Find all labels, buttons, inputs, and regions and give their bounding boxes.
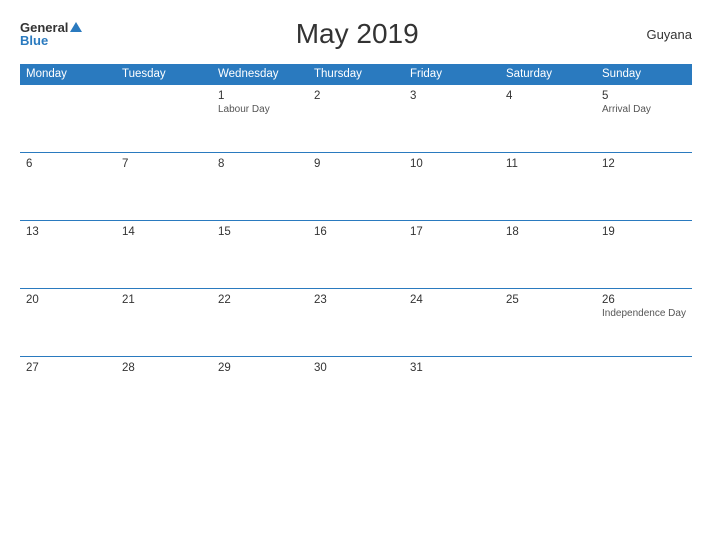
calendar-cell: 1 Labour Day [212,85,308,153]
calendar-cell: 5 Arrival Day [596,85,692,153]
header: General Blue May 2019 Guyana [20,18,692,50]
calendar-cell: 4 [500,85,596,153]
day-number: 12 [602,158,686,170]
calendar-cell: 28 [116,357,212,425]
day-number: 29 [218,362,302,374]
day-number: 2 [314,90,398,102]
calendar-cell [116,85,212,153]
calendar-cell: 2 [308,85,404,153]
calendar-cell: 9 [308,153,404,221]
weekday-header-row: MondayTuesdayWednesdayThursdayFridaySatu… [20,64,692,85]
weekday-header-tuesday: Tuesday [116,64,212,85]
calendar-cell: 26 Independence Day [596,289,692,357]
logo-triangle-icon [70,22,82,32]
calendar-cell: 10 [404,153,500,221]
holiday-label: Arrival Day [602,104,686,115]
calendar-week-2: 6789 10 11 12 [20,153,692,221]
day-number: 31 [410,362,494,374]
day-number: 20 [26,294,110,306]
day-number: 6 [26,158,110,170]
calendar-cell: 3 [404,85,500,153]
calendar-cell [500,357,596,425]
calendar-cell: 16 [308,221,404,289]
calendar-title: May 2019 [82,18,632,50]
calendar-cell: 17 [404,221,500,289]
calendar-cell: 24 [404,289,500,357]
day-number: 4 [506,90,590,102]
day-number: 30 [314,362,398,374]
calendar-cell: 6 [20,153,116,221]
calendar-cell: 29 [212,357,308,425]
day-number: 16 [314,226,398,238]
calendar-cell [596,357,692,425]
logo: General Blue [20,21,82,47]
calendar-cell: 7 [116,153,212,221]
calendar-cell [20,85,116,153]
day-number: 27 [26,362,110,374]
holiday-label: Labour Day [218,104,302,115]
day-number: 7 [122,158,206,170]
calendar-body: 1Labour Day2345Arrival Day67891011121314… [20,85,692,425]
calendar-cell: 20 [20,289,116,357]
day-number: 5 [602,90,686,102]
day-number: 17 [410,226,494,238]
weekday-header-thursday: Thursday [308,64,404,85]
calendar-header: MondayTuesdayWednesdayThursdayFridaySatu… [20,64,692,85]
calendar-week-4: 20 21 22 23 24 25 26 Independence Day [20,289,692,357]
holiday-label: Independence Day [602,308,686,319]
weekday-header-monday: Monday [20,64,116,85]
day-number: 21 [122,294,206,306]
calendar-cell: 14 [116,221,212,289]
calendar-week-5: 27 28 29 30 31 [20,357,692,425]
day-number: 1 [218,90,302,102]
country-label: Guyana [632,27,692,42]
calendar-page: General Blue May 2019 Guyana MondayTuesd… [0,0,712,550]
calendar-cell: 8 [212,153,308,221]
calendar-cell: 11 [500,153,596,221]
calendar-cell: 18 [500,221,596,289]
calendar-table: MondayTuesdayWednesdayThursdayFridaySatu… [20,64,692,425]
calendar-week-3: 13 14 15 16 17 18 19 [20,221,692,289]
calendar-cell: 27 [20,357,116,425]
day-number: 19 [602,226,686,238]
weekday-header-wednesday: Wednesday [212,64,308,85]
day-number: 10 [410,158,494,170]
calendar-cell: 21 [116,289,212,357]
weekday-header-sunday: Sunday [596,64,692,85]
calendar-cell: 25 [500,289,596,357]
calendar-cell: 19 [596,221,692,289]
day-number: 15 [218,226,302,238]
calendar-cell: 23 [308,289,404,357]
calendar-cell: 12 [596,153,692,221]
day-number: 23 [314,294,398,306]
calendar-cell: 31 [404,357,500,425]
calendar-cell: 30 [308,357,404,425]
day-number: 24 [410,294,494,306]
weekday-header-saturday: Saturday [500,64,596,85]
day-number: 8 [218,158,302,170]
calendar-week-1: 1 Labour Day 2345 Arrival Day [20,85,692,153]
day-number: 3 [410,90,494,102]
calendar-cell: 15 [212,221,308,289]
calendar-cell: 22 [212,289,308,357]
weekday-header-friday: Friday [404,64,500,85]
day-number: 18 [506,226,590,238]
day-number: 26 [602,294,686,306]
calendar-cell: 13 [20,221,116,289]
day-number: 14 [122,226,206,238]
logo-blue-text: Blue [20,34,82,47]
day-number: 9 [314,158,398,170]
day-number: 28 [122,362,206,374]
day-number: 11 [506,158,590,170]
day-number: 25 [506,294,590,306]
day-number: 22 [218,294,302,306]
day-number: 13 [26,226,110,238]
